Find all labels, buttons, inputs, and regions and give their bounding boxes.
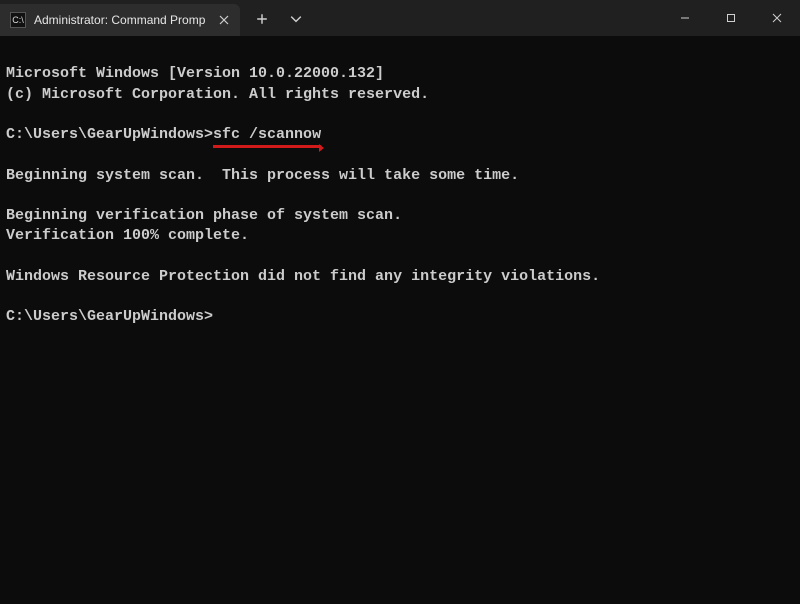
output-line: Verification 100% complete. [6, 227, 249, 244]
maximize-button[interactable] [708, 0, 754, 36]
minimize-icon [680, 13, 690, 23]
plus-icon [256, 13, 268, 25]
cmd-icon: C:\ [10, 12, 26, 28]
terminal-output[interactable]: Microsoft Windows [Version 10.0.22000.13… [0, 36, 800, 604]
text-cursor [213, 309, 221, 325]
tab-cmd[interactable]: C:\ Administrator: Command Promp [0, 4, 240, 36]
close-icon [772, 13, 782, 23]
output-line: (c) Microsoft Corporation. All rights re… [6, 86, 429, 103]
titlebar: C:\ Administrator: Command Promp [0, 0, 800, 36]
tab-label: Administrator: Command Promp [34, 13, 216, 27]
chevron-down-icon [290, 13, 302, 25]
new-tab-button[interactable] [246, 3, 278, 35]
window-close-button[interactable] [754, 0, 800, 36]
prompt-line: C:\Users\GearUpWindows> [6, 308, 221, 325]
output-line [6, 248, 15, 265]
maximize-icon [726, 13, 736, 23]
minimize-button[interactable] [662, 0, 708, 36]
prompt-prefix: C:\Users\GearUpWindows> [6, 308, 213, 325]
prompt-prefix: C:\Users\GearUpWindows> [6, 126, 213, 143]
tab-close-button[interactable] [216, 12, 232, 28]
annotation-underline [213, 145, 321, 148]
output-line [6, 106, 15, 123]
tab-dropdown-button[interactable] [280, 3, 312, 35]
output-line: Beginning verification phase of system s… [6, 207, 402, 224]
window-controls [662, 0, 800, 36]
output-line: Beginning system scan. This process will… [6, 167, 519, 184]
output-line: Windows Resource Protection did not find… [6, 268, 600, 285]
titlebar-drag-area[interactable] [312, 0, 662, 36]
entered-command: sfc /scannow [213, 125, 321, 145]
tab-actions [240, 0, 312, 36]
output-line [6, 288, 15, 305]
close-icon [219, 15, 229, 25]
output-line [6, 187, 15, 204]
output-line: Microsoft Windows [Version 10.0.22000.13… [6, 65, 384, 82]
output-line [6, 146, 15, 163]
prompt-line: C:\Users\GearUpWindows>sfc /scannow [6, 126, 321, 143]
